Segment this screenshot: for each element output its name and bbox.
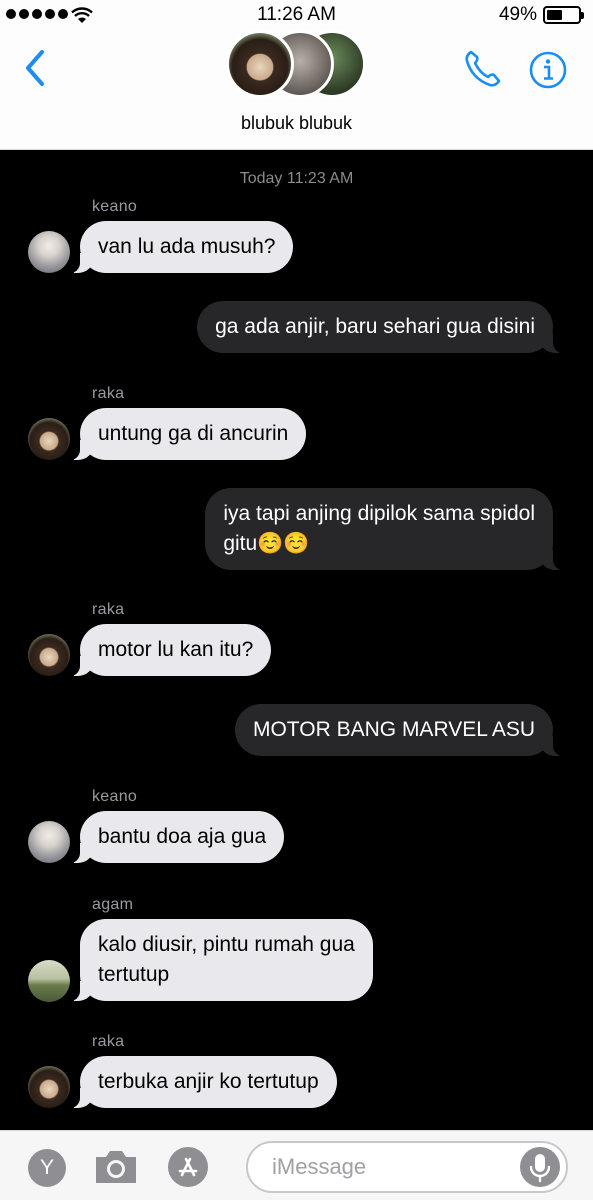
compose-bar: Y (0, 1130, 593, 1200)
microphone-icon (529, 1154, 551, 1183)
avatar-raka[interactable] (28, 634, 70, 676)
message-thread[interactable]: Today 11:23 AM keano van lu ada musuh? g… (0, 150, 593, 1130)
message-bubble-incoming[interactable]: van lu ada musuh? (69, 221, 294, 273)
message-bubble-outgoing[interactable]: iya tapi anjing dipilok sama spidol gitu… (205, 488, 563, 570)
sender-name: keano (92, 198, 138, 215)
message-bubble-incoming[interactable]: terbuka anjir ko tertutup (70, 1056, 337, 1108)
battery-icon (543, 6, 584, 24)
message-bubble-outgoing[interactable]: MOTOR BANG MARVEL ASU (234, 704, 564, 756)
status-bar: 11:26 AM 49% (0, 0, 593, 30)
battery-percent: 49% (498, 4, 537, 25)
battery-level (547, 10, 562, 20)
sender-name: agam (92, 896, 134, 913)
group-name[interactable]: blubuk blubuk (0, 113, 593, 134)
group-avatars[interactable] (226, 30, 370, 100)
message-bubble-incoming[interactable]: untung ga di ancurin (69, 408, 307, 460)
app-store-button[interactable] (168, 1147, 208, 1187)
phone-icon[interactable] (462, 48, 502, 90)
avatar-keano[interactable] (28, 821, 70, 863)
avatar-raka[interactable] (28, 418, 70, 460)
group-avatar-1 (226, 30, 294, 98)
conversation-header: 11:26 AM 49% blubuk blubuk (0, 0, 593, 150)
avatar-keano[interactable] (28, 231, 70, 273)
message-bubble-outgoing[interactable]: ga ada anjir, baru sehari gua disini (197, 301, 563, 353)
sender-name: raka (92, 601, 125, 618)
camera-icon[interactable] (92, 1145, 140, 1189)
sender-name: keano (92, 788, 138, 805)
sender-name: raka (92, 1033, 125, 1050)
sender-name: raka (92, 385, 125, 402)
info-icon[interactable] (528, 50, 568, 90)
microphone-button[interactable] (520, 1147, 560, 1187)
avatar-agam[interactable] (28, 960, 70, 1002)
app-drawer-button[interactable]: Y (28, 1149, 66, 1187)
message-bubble-incoming[interactable]: bantu doa aja gua (69, 811, 285, 863)
back-chevron-icon[interactable] (20, 48, 50, 88)
avatar-raka[interactable] (28, 1066, 70, 1108)
app-store-icon (178, 1157, 198, 1177)
message-bubble-incoming[interactable]: motor lu kan itu? (69, 624, 272, 676)
thread-timestamp: Today 11:23 AM (239, 170, 354, 187)
message-bubble-incoming[interactable]: kalo diusir, pintu rumah gua tertutup (70, 919, 373, 1001)
